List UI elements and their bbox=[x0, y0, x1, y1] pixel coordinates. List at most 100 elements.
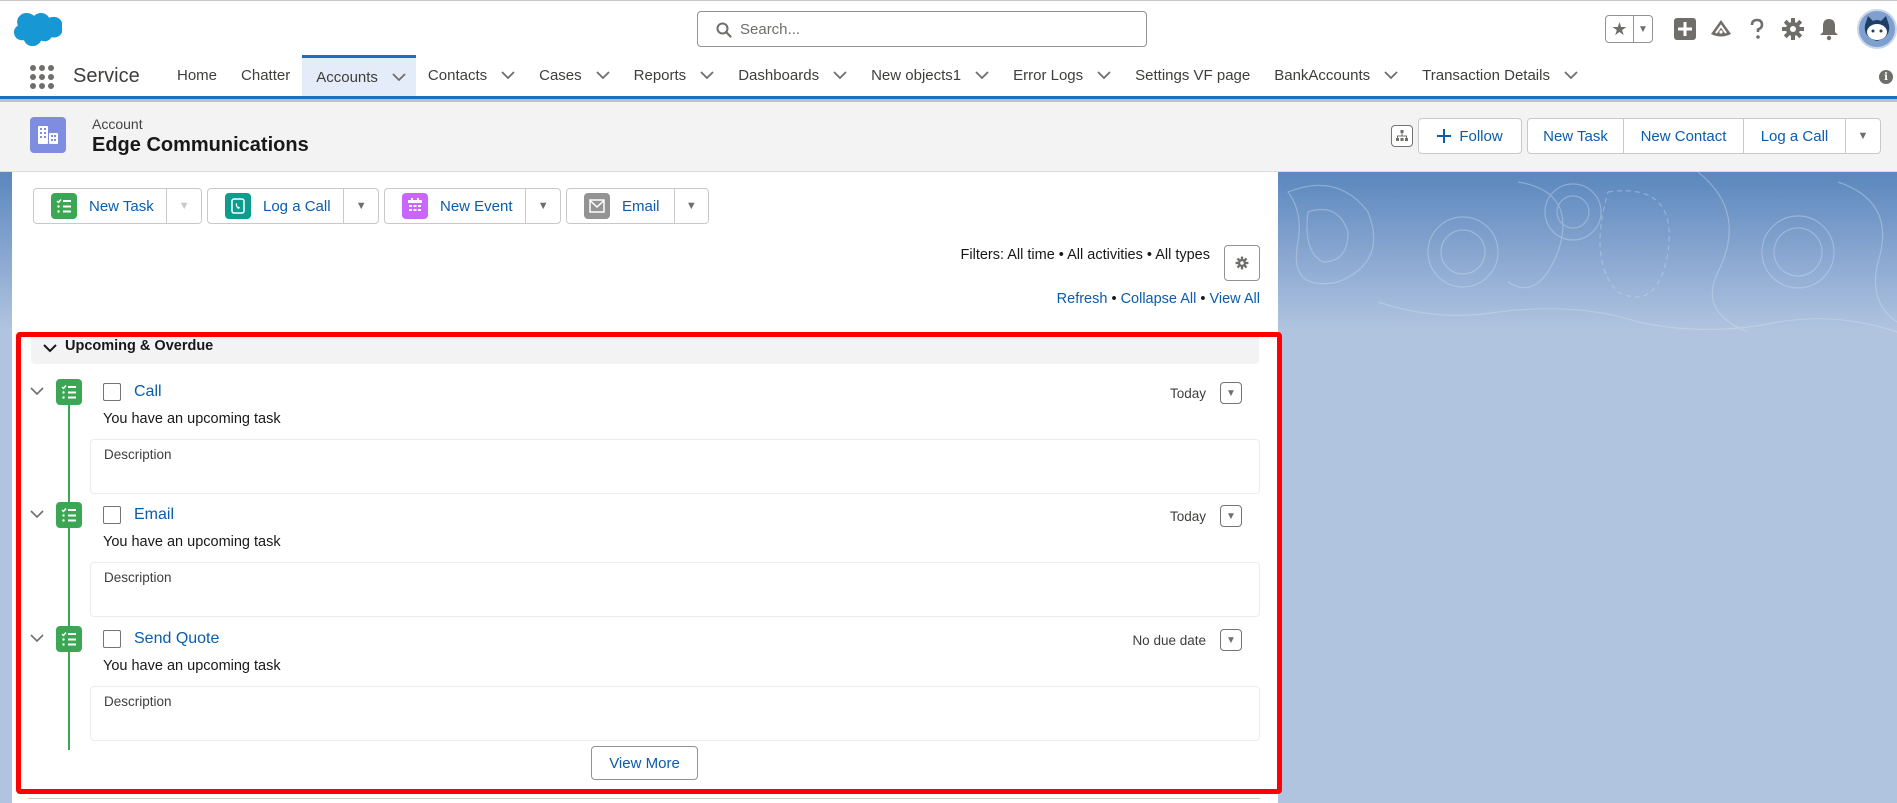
timeline-line bbox=[68, 652, 70, 750]
button-label: Log a Call bbox=[263, 197, 331, 215]
email-button[interactable]: Email bbox=[567, 189, 675, 223]
nav-tab-bankaccounts[interactable]: BankAccounts bbox=[1262, 55, 1410, 96]
more-actions-dropdown[interactable]: ▼ bbox=[1846, 119, 1880, 153]
favorites-caret-icon[interactable]: ▼ bbox=[1634, 16, 1652, 42]
favorites-button-group: ★ ▼ bbox=[1605, 15, 1653, 43]
refresh-link[interactable]: Refresh bbox=[1057, 291, 1108, 307]
task-complete-checkbox[interactable] bbox=[103, 383, 121, 401]
nav-tab-accounts[interactable]: Accounts bbox=[302, 55, 416, 96]
log-a-call-action-button[interactable]: Log a Call bbox=[1744, 119, 1846, 153]
new-event-dropdown[interactable]: ▼ bbox=[526, 189, 560, 223]
task-actions-menu[interactable]: ▼ bbox=[1220, 505, 1242, 527]
nav-tab-label: Reports bbox=[633, 67, 687, 84]
follow-button[interactable]: Follow bbox=[1418, 118, 1522, 154]
task-message: You have an upcoming task bbox=[103, 658, 281, 674]
task-icon bbox=[56, 502, 82, 528]
task-actions-menu[interactable]: ▼ bbox=[1220, 382, 1242, 404]
section-title: Upcoming & Overdue bbox=[65, 338, 214, 354]
nav-tab-dashboards[interactable]: Dashboards bbox=[726, 55, 859, 96]
description-label: Description bbox=[104, 694, 172, 709]
app-name: Service bbox=[73, 65, 140, 87]
topographic-pattern bbox=[1287, 172, 1897, 333]
salesforce-cloud-logo[interactable] bbox=[14, 13, 62, 47]
chevron-down-icon[interactable] bbox=[596, 71, 610, 80]
favorites-star-icon[interactable]: ★ bbox=[1606, 16, 1634, 42]
new-task-dropdown[interactable]: ▼ bbox=[167, 189, 201, 223]
task-complete-checkbox[interactable] bbox=[103, 506, 121, 524]
expand-chevron-icon[interactable] bbox=[30, 634, 44, 643]
log-a-call-button[interactable]: Log a Call bbox=[208, 189, 345, 223]
nav-tab-cases[interactable]: Cases bbox=[527, 55, 622, 96]
task-actions-menu[interactable]: ▼ bbox=[1220, 629, 1242, 651]
nav-tab-settings-vf-page[interactable]: Settings VF page bbox=[1123, 55, 1262, 96]
view-hierarchy-button[interactable] bbox=[1391, 125, 1413, 147]
new-task-publisher-button: New Task ▼ bbox=[33, 188, 202, 224]
new-event-publisher-button: New Event ▼ bbox=[384, 188, 561, 224]
nav-tab-transaction-details[interactable]: Transaction Details bbox=[1410, 55, 1590, 96]
task-icon bbox=[51, 193, 77, 219]
task-subject-link[interactable]: Send Quote bbox=[134, 630, 219, 648]
nav-tab-contacts[interactable]: Contacts bbox=[416, 55, 527, 96]
setup-gear-icon[interactable] bbox=[1781, 17, 1805, 41]
activity-links: Refresh • Collapse All • View All bbox=[900, 291, 1260, 307]
chevron-down-icon[interactable] bbox=[1097, 71, 1111, 80]
email-dropdown[interactable]: ▼ bbox=[675, 189, 708, 223]
chevron-down-icon[interactable] bbox=[501, 71, 515, 80]
new-event-button[interactable]: New Event bbox=[385, 189, 527, 223]
new-task-button[interactable]: New Task bbox=[34, 189, 168, 223]
help-icon[interactable] bbox=[1745, 17, 1769, 41]
task-subject-link[interactable]: Email bbox=[134, 506, 174, 524]
chevron-down-icon[interactable] bbox=[700, 71, 714, 80]
global-search[interactable] bbox=[697, 11, 1147, 47]
chevron-down-icon[interactable] bbox=[1564, 71, 1578, 80]
button-label: New Event bbox=[440, 197, 513, 215]
trailhead-icon[interactable] bbox=[1709, 17, 1733, 41]
nav-tab-reports[interactable]: Reports bbox=[622, 55, 727, 96]
nav-tab-chatter[interactable]: Chatter bbox=[229, 55, 302, 96]
timeline-item: Email Today ▼ You have an upcoming task … bbox=[28, 502, 1260, 626]
chevron-down-icon[interactable] bbox=[975, 71, 989, 80]
log-a-call-dropdown[interactable]: ▼ bbox=[344, 189, 378, 223]
chevron-down-icon[interactable] bbox=[392, 72, 406, 82]
upcoming-overdue-section-header[interactable]: Upcoming & Overdue bbox=[31, 332, 1259, 364]
timeline-line bbox=[68, 528, 70, 626]
notifications-bell-icon[interactable] bbox=[1817, 17, 1841, 41]
search-input[interactable] bbox=[740, 18, 1130, 40]
task-complete-checkbox[interactable] bbox=[103, 630, 121, 648]
nav-tabs: Home Chatter Accounts Contacts Cases Rep… bbox=[165, 55, 1590, 96]
nav-tab-label: Cases bbox=[539, 67, 582, 84]
filter-settings-button[interactable] bbox=[1224, 245, 1260, 281]
user-avatar[interactable] bbox=[1857, 9, 1897, 49]
expand-chevron-icon[interactable] bbox=[30, 510, 44, 519]
view-all-link[interactable]: View All bbox=[1209, 291, 1260, 307]
app-launcher-icon[interactable] bbox=[30, 65, 54, 89]
record-actions-group: New Task New Contact Log a Call ▼ bbox=[1527, 118, 1881, 154]
nav-tab-home[interactable]: Home bbox=[165, 55, 229, 96]
view-more-button[interactable]: View More bbox=[591, 746, 698, 780]
new-task-action-button[interactable]: New Task bbox=[1528, 119, 1624, 153]
chevron-down-icon[interactable] bbox=[43, 344, 57, 353]
nav-tab-label: Dashboards bbox=[738, 67, 820, 84]
separator: • bbox=[1107, 291, 1121, 307]
nav-tab-error-logs[interactable]: Error Logs bbox=[1001, 55, 1123, 96]
collapse-all-link[interactable]: Collapse All bbox=[1121, 291, 1197, 307]
task-due-date: Today bbox=[1169, 509, 1206, 524]
nav-tab-new-objects1[interactable]: New objects1 bbox=[859, 55, 1001, 96]
chevron-down-icon[interactable] bbox=[1384, 71, 1398, 80]
separator: • bbox=[1196, 291, 1210, 307]
info-icon[interactable]: i bbox=[1879, 70, 1893, 84]
account-building-icon bbox=[30, 117, 66, 153]
nav-tab-label: New objects1 bbox=[871, 67, 962, 84]
expand-chevron-icon[interactable] bbox=[30, 387, 44, 396]
nav-tab-label: Error Logs bbox=[1013, 67, 1084, 84]
nav-tab-label: BankAccounts bbox=[1274, 67, 1371, 84]
description-label: Description bbox=[104, 447, 172, 462]
nav-tab-label: Accounts bbox=[316, 68, 378, 86]
task-subject-link[interactable]: Call bbox=[134, 383, 162, 401]
timeline-item: Send Quote No due date ▼ You have an upc… bbox=[28, 626, 1260, 750]
global-actions-plus-icon[interactable] bbox=[1673, 17, 1697, 41]
task-description-box: Description bbox=[90, 562, 1260, 617]
new-contact-action-button[interactable]: New Contact bbox=[1624, 119, 1744, 153]
chevron-down-icon[interactable] bbox=[833, 71, 847, 80]
nav-tab-label: Transaction Details bbox=[1422, 67, 1550, 84]
